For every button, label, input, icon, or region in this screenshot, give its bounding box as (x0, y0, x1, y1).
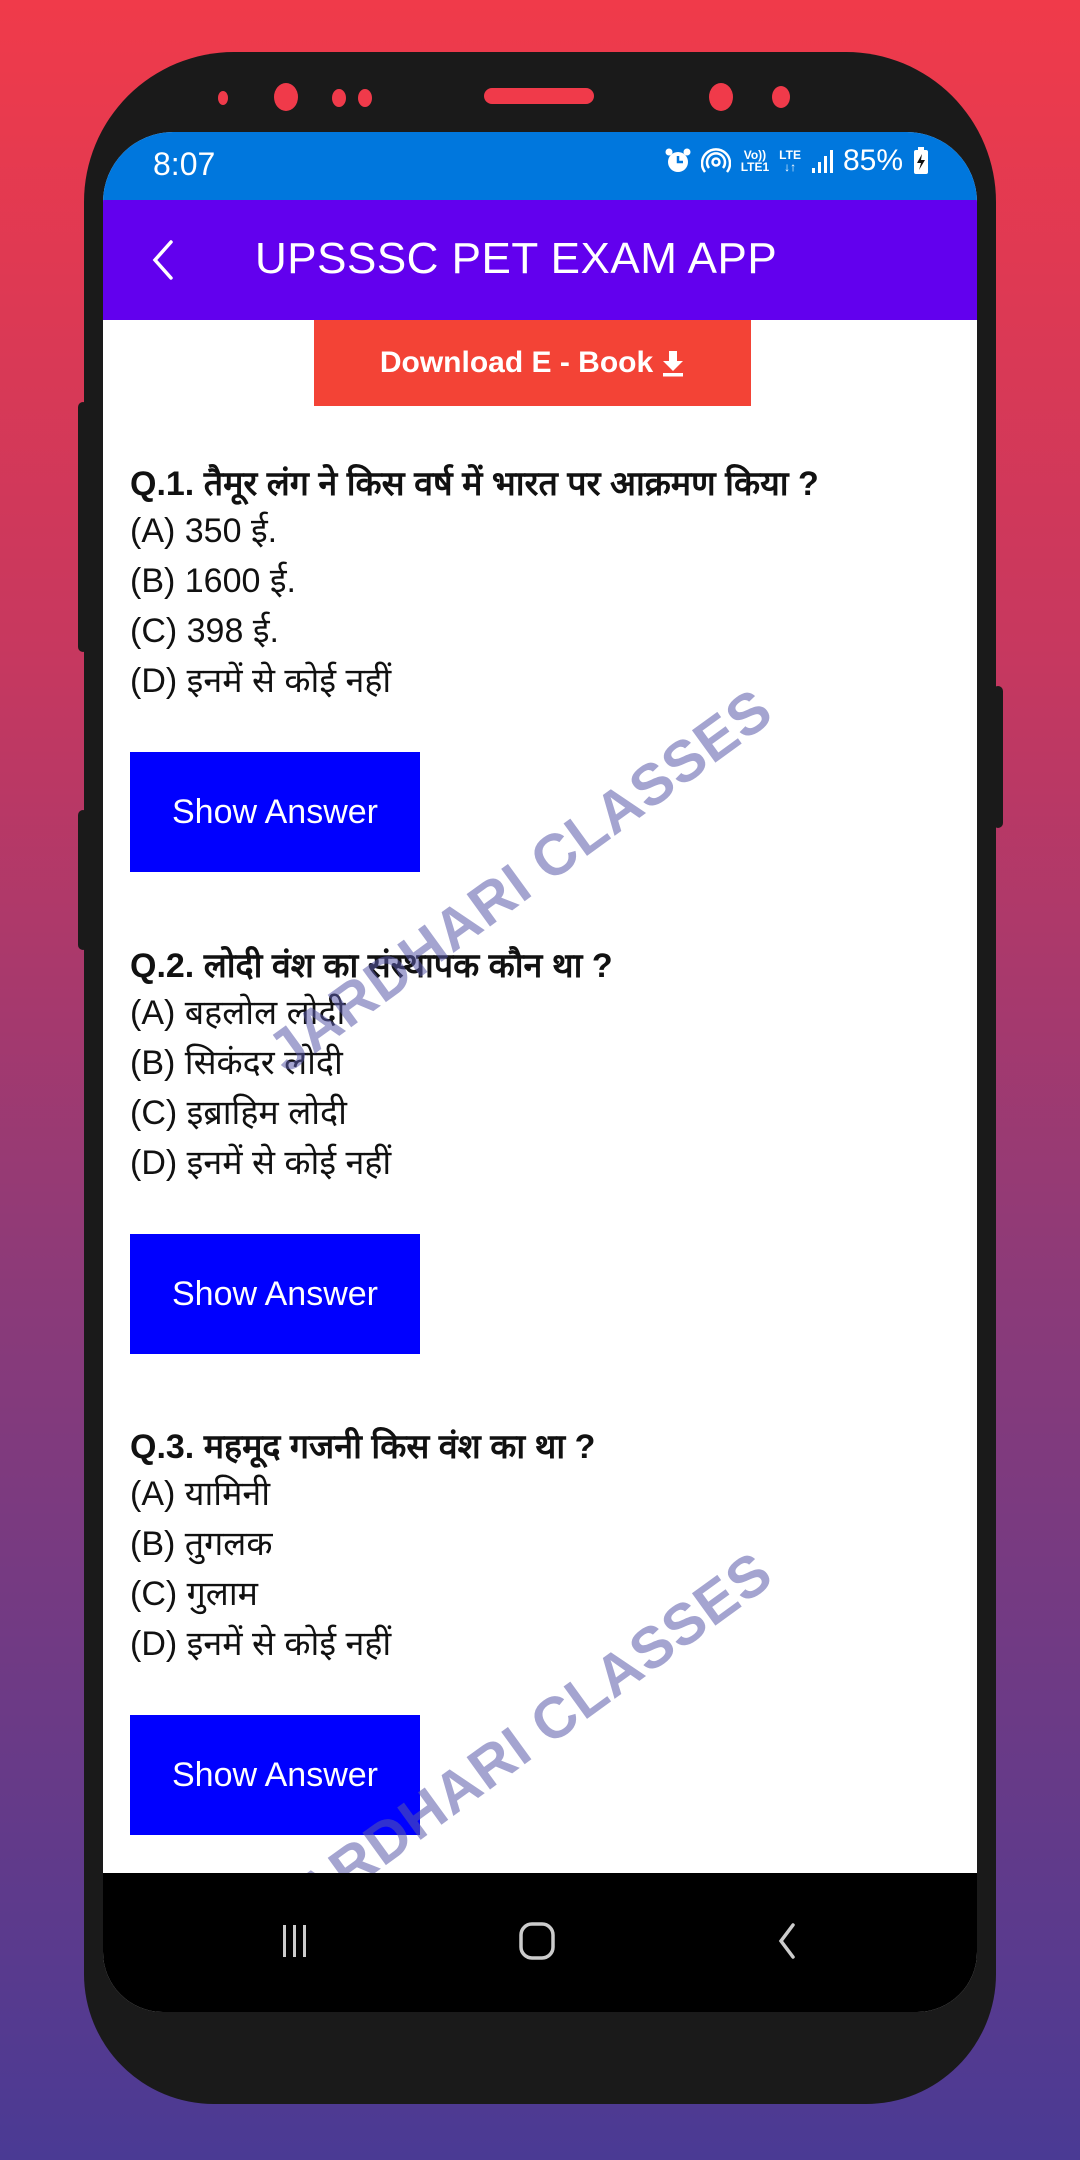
question-card: Q.2. लोदी वंश का संस्थापक कौन था ? (A) ब… (130, 944, 960, 1354)
app-title: UPSSSC PET EXAM APP (255, 234, 778, 283)
option: (D) इनमें से कोई नहीं (130, 1625, 392, 1663)
status-icons: Vo)) LTE1 LTE ↓↑ 85% (665, 144, 929, 178)
lte-data-icon: LTE ↓↑ (779, 148, 801, 174)
option: (A) यामिनी (130, 1475, 271, 1513)
question-text: Q.2. लोदी वंश का संस्थापक कौन था ? (130, 947, 613, 985)
sensor-dot (274, 83, 298, 111)
question-text: Q.1. तैमूर लंग ने किस वर्ष में भारत पर आ… (130, 465, 819, 503)
option: (D) इनमें से कोई नहीं (130, 1144, 392, 1182)
option: (B) सिकंदर लोदी (130, 1044, 343, 1082)
question-list[interactable]: Download E - Book Q.1. तैमूर लंग ने किस … (103, 320, 977, 1941)
option: (A) बहलोल लोदी (130, 994, 346, 1032)
hotspot-icon (700, 148, 731, 173)
navigation-bar (103, 1873, 977, 2012)
option: (A) 350 ई. (130, 512, 278, 550)
battery-percent: 85% (842, 144, 903, 177)
option: (D) इनमें से कोई नहीं (130, 662, 392, 700)
app-bar: UPSSSC PET EXAM APP (103, 200, 977, 320)
front-camera (709, 83, 733, 111)
option: (C) इब्राहिम लोदी (130, 1094, 347, 1132)
volte-icon: Vo)) LTE1 (740, 148, 770, 174)
signal-icon (811, 150, 833, 173)
sensor-dot (358, 89, 372, 107)
alarm-icon (665, 148, 691, 172)
question-card: Q.3. महमूद गजनी किस वंश का था ? (A) यामि… (130, 1425, 960, 1835)
battery-charging-icon (914, 147, 928, 174)
question-text: Q.3. महमूद गजनी किस वंश का था ? (130, 1428, 596, 1466)
recents-icon[interactable] (275, 1921, 315, 1961)
sensor-dot (218, 91, 228, 105)
show-answer-button[interactable]: Show Answer (130, 1234, 420, 1354)
phone-screen: 8:07 Vo)) LTE1 LTE ↓↑ 85% UPSSSC PET EXA… (103, 132, 977, 2012)
earpiece-speaker (484, 88, 594, 104)
download-ebook-button[interactable]: Download E - Book (314, 320, 751, 406)
chevron-left-icon[interactable] (143, 236, 183, 284)
power-button (993, 686, 1003, 828)
bixby-button (78, 810, 88, 950)
volume-button (78, 402, 88, 652)
sensor-dot (332, 89, 346, 107)
option: (C) 398 ई. (130, 612, 279, 650)
download-ebook-label: Download E - Book (379, 346, 654, 379)
download-icon (663, 351, 684, 377)
question-card: Q.1. तैमूर लंग ने किस वर्ष में भारत पर आ… (130, 462, 960, 872)
sensor-dot (772, 86, 790, 108)
clock: 8:07 (153, 146, 216, 182)
option: (B) तुगलक (130, 1525, 273, 1563)
status-bar: 8:07 Vo)) LTE1 LTE ↓↑ 85% (103, 132, 977, 200)
show-answer-button[interactable]: Show Answer (130, 1715, 420, 1835)
back-icon[interactable] (767, 1921, 807, 1961)
home-icon[interactable] (517, 1921, 557, 1961)
option: (B) 1600 ई. (130, 562, 296, 600)
show-answer-button[interactable]: Show Answer (130, 752, 420, 872)
option: (C) गुलाम (130, 1575, 258, 1613)
